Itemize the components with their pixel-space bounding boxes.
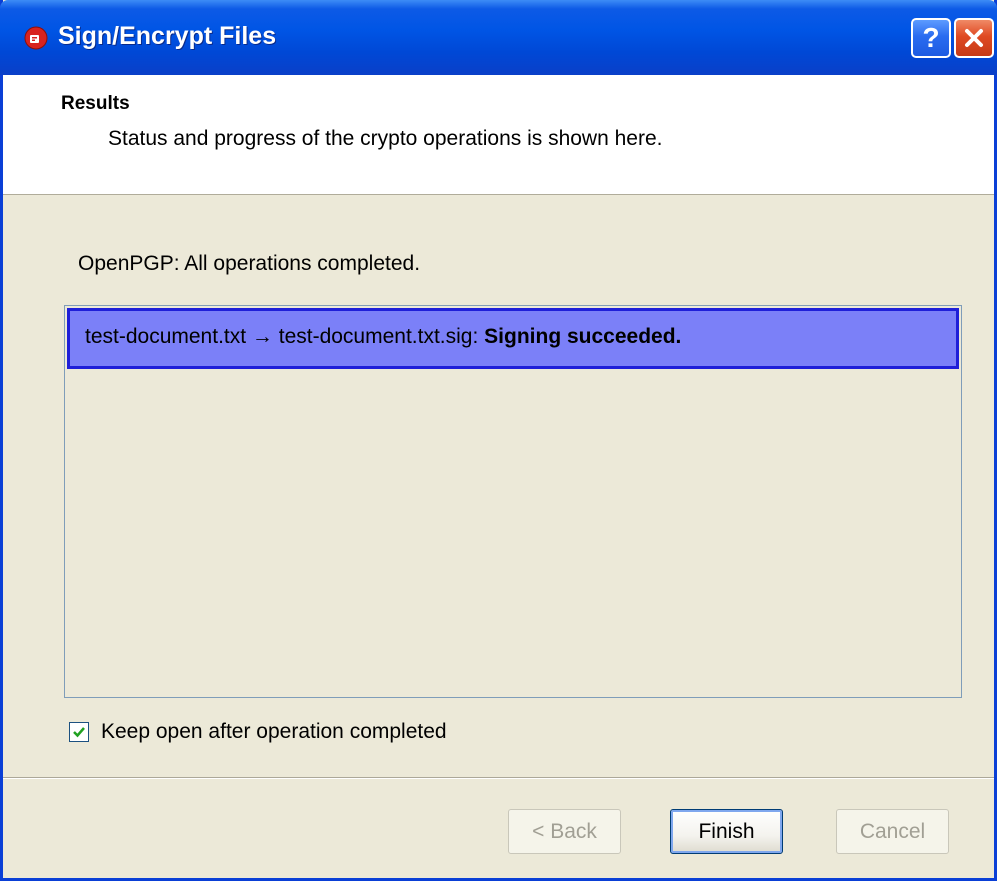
window-title: Sign/Encrypt Files (58, 22, 277, 50)
keep-open-label: Keep open after operation completed (101, 720, 447, 743)
close-button[interactable] (954, 18, 994, 58)
page-subtitle: Status and progress of the crypto operat… (108, 127, 663, 150)
cancel-button[interactable]: Cancel (836, 809, 949, 854)
results-list[interactable]: test-document.txt → test-document.txt.si… (64, 305, 962, 698)
wizard-header: Results Status and progress of the crypt… (3, 75, 994, 195)
app-icon (24, 26, 48, 50)
help-icon: ? (922, 22, 940, 53)
checkmark-icon (73, 727, 85, 738)
help-button[interactable]: ? (911, 18, 951, 58)
result-status: Signing succeeded. (484, 325, 682, 348)
keep-open-checkbox[interactable] (69, 722, 89, 742)
back-button[interactable]: < Back (508, 809, 621, 854)
page-title: Results (61, 93, 130, 114)
footer-separator (3, 777, 994, 779)
finish-button[interactable]: Finish (670, 809, 783, 854)
close-icon (965, 29, 983, 47)
result-row[interactable]: test-document.txt → test-document.txt.si… (67, 308, 959, 369)
sign-encrypt-dialog: Sign/Encrypt Files ? Results Status and … (0, 0, 997, 881)
keep-open-option[interactable]: Keep open after operation completed (69, 720, 447, 744)
result-file-mapping: test-document.txt → test-document.txt.si… (85, 325, 485, 348)
title-bar[interactable]: Sign/Encrypt Files ? (0, 0, 997, 75)
status-text: OpenPGP: All operations completed. (78, 252, 421, 275)
